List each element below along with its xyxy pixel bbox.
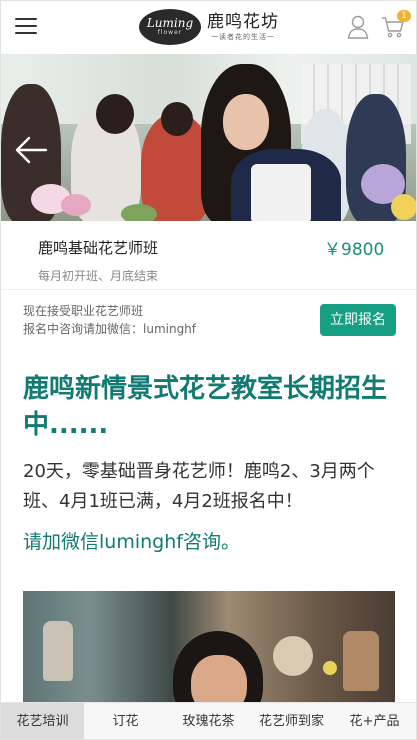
hero-banner-image — [1, 54, 416, 221]
nav-item-flower-products[interactable]: 花+产品 — [333, 703, 416, 739]
arrow-left-icon[interactable] — [13, 134, 49, 166]
nav-item-order-flowers[interactable]: 订花 — [84, 703, 167, 739]
logo-emblem: Luming flower — [139, 9, 201, 45]
nav-item-floral-training[interactable]: 花艺培训 — [1, 703, 84, 739]
divider — [1, 289, 416, 290]
article-body: 20天，零基础晋身花艺师！鹿鸣2、3月两个班、4月1班已满，4月2班报名中！ — [23, 461, 375, 512]
enrollment-notice: 现在接受职业花艺师班 — [23, 304, 144, 318]
bottom-navigation: 花艺培训 订花 玫瑰花茶 花艺师到家 花+产品 — [1, 702, 416, 739]
logo-script-sub: flower — [157, 29, 183, 36]
user-icon[interactable] — [347, 15, 369, 39]
classroom-photo — [23, 591, 395, 704]
top-header: Luming flower 鹿鸣花坊 一读者花的生活一 1 — [1, 1, 416, 54]
article-contact: 请加微信luminghf咨询。 — [23, 531, 240, 553]
logo-text: 鹿鸣花坊 一读者花的生活一 — [207, 12, 279, 42]
course-price: ￥9800 — [324, 240, 385, 260]
nav-item-rose-tea[interactable]: 玫瑰花茶 — [167, 703, 250, 739]
course-schedule: 每月初开班、月底结束 — [38, 269, 159, 283]
wechat-contact-notice: 报名中咨询请加微信：luminghf — [23, 322, 197, 336]
brand-tagline: 一读者花的生活一 — [211, 33, 275, 41]
hamburger-menu-icon[interactable] — [15, 18, 37, 36]
cart-count-badge: 1 — [397, 10, 411, 22]
app-frame: Luming flower 鹿鸣花坊 一读者花的生活一 1 鹿鸣基础花艺师班 ￥… — [0, 0, 417, 740]
signup-button[interactable]: 立即报名 — [320, 304, 396, 336]
nav-item-florist-home-service[interactable]: 花艺师到家 — [250, 703, 333, 739]
brand-logo[interactable]: Luming flower 鹿鸣花坊 一读者花的生活一 — [139, 7, 279, 47]
logo-script-text: Luming — [146, 16, 194, 30]
course-title[interactable]: 鹿鸣基础花艺师班 — [38, 237, 158, 258]
article-title: 鹿鸣新情景式花艺教室长期招生中...... — [23, 374, 388, 440]
brand-name: 鹿鸣花坊 — [207, 12, 279, 32]
